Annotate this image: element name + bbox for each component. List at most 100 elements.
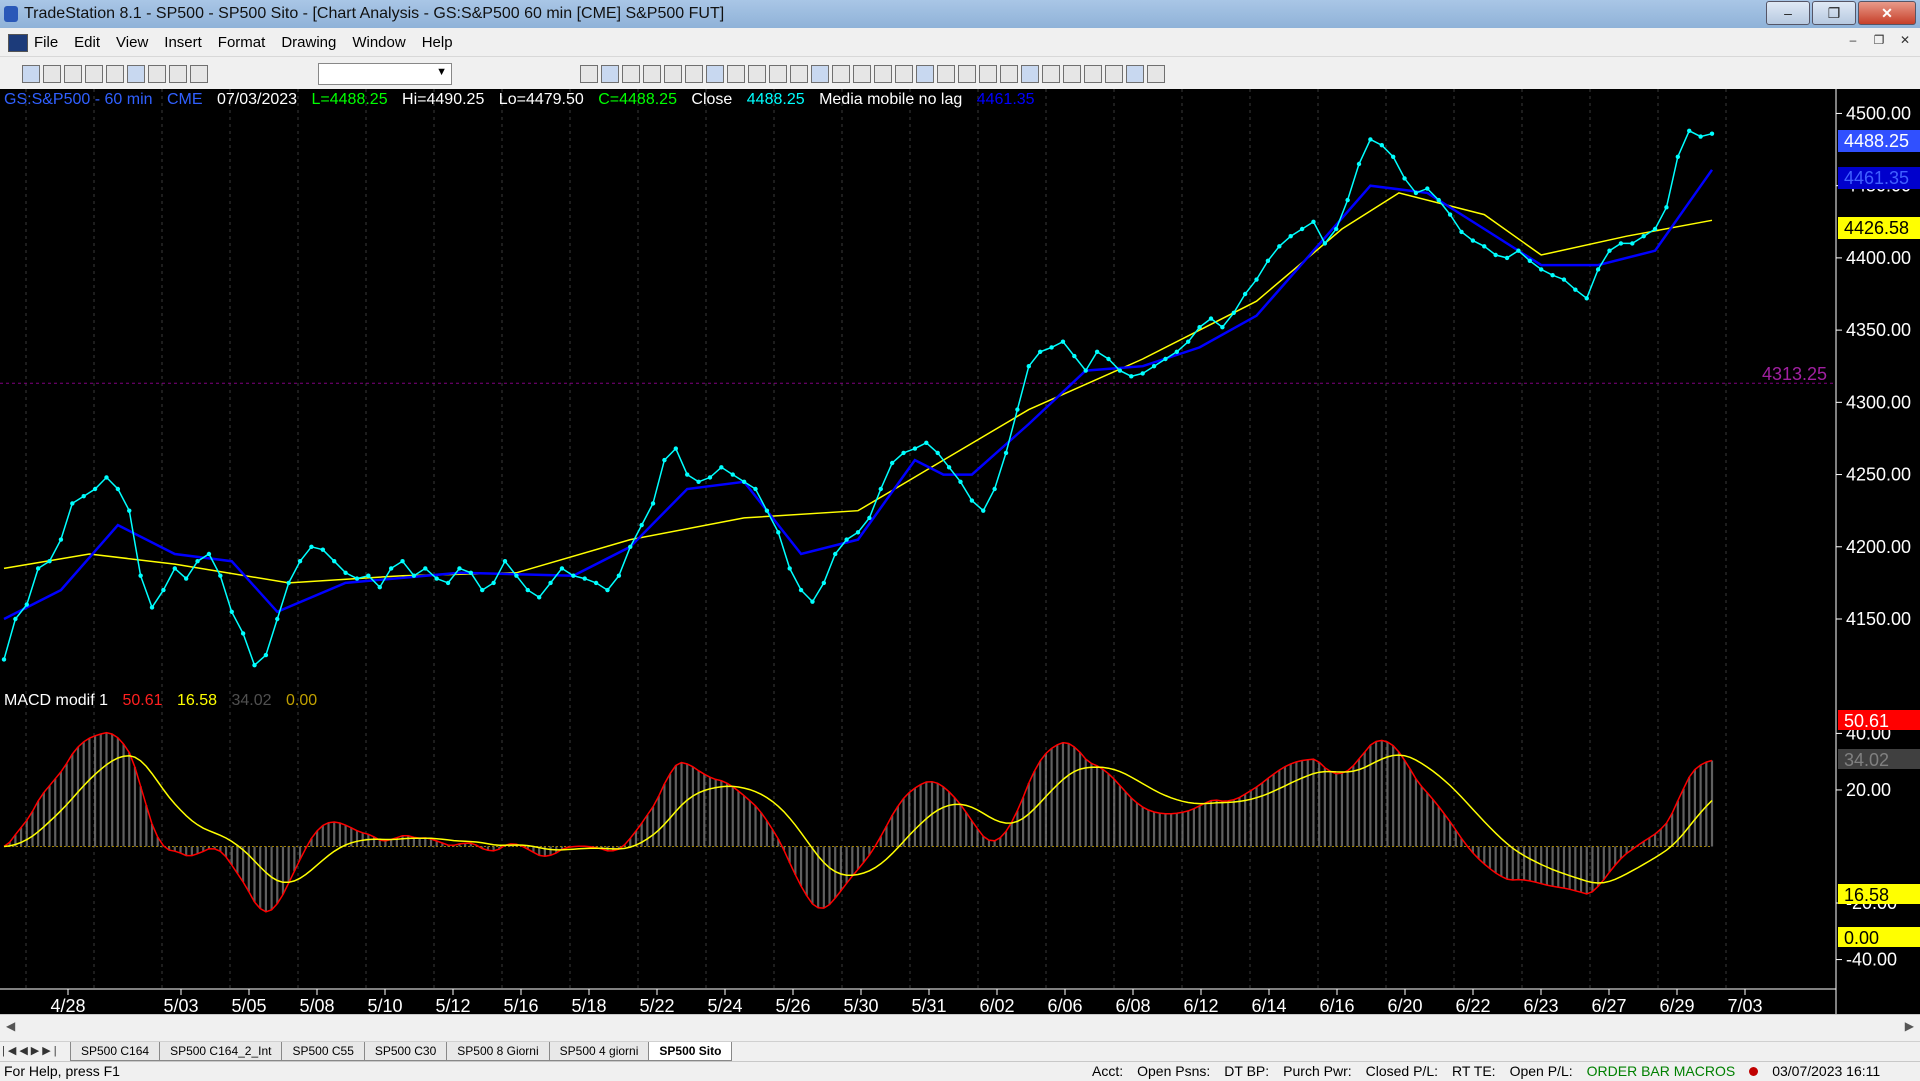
minimize-button[interactable]: – <box>1766 1 1810 25</box>
time-tick-label: 6/12 <box>1183 996 1218 1014</box>
price-point <box>1094 349 1100 354</box>
print-preview-icon[interactable] <box>148 65 166 83</box>
price-point <box>867 515 872 521</box>
copy-icon[interactable] <box>85 65 103 83</box>
arrows-icon[interactable] <box>790 65 808 83</box>
channel-icon[interactable] <box>1042 65 1060 83</box>
price-point <box>673 446 679 451</box>
price-point <box>1299 226 1305 232</box>
flag-icon[interactable] <box>769 65 787 83</box>
time-tick-label: 5/30 <box>843 996 878 1014</box>
price-point <box>1664 205 1669 210</box>
window-titlebar: TradeStation 8.1 - SP500 - SP500 Sito - … <box>0 0 1920 28</box>
menu-edit[interactable]: Edit <box>74 34 100 51</box>
pointer-icon[interactable] <box>853 65 871 83</box>
tab-sp500-c30[interactable]: SP500 C30 <box>363 1042 448 1061</box>
symbol-combo[interactable]: ▼ <box>318 63 452 85</box>
tab-nav-arrows-icon[interactable]: |◀◀▶▶| <box>2 1044 60 1057</box>
save-icon[interactable] <box>64 65 82 83</box>
price-point <box>605 587 610 593</box>
price-point <box>1493 252 1498 258</box>
tools-icon[interactable] <box>601 65 619 83</box>
rectangle-icon[interactable] <box>1126 65 1144 83</box>
chart-window-icon[interactable] <box>8 34 28 52</box>
globe-icon[interactable] <box>622 65 640 83</box>
price-point <box>70 501 75 506</box>
tab-sp500-c55[interactable]: SP500 C55 <box>281 1042 365 1061</box>
table-icon[interactable] <box>706 65 724 83</box>
lock-icon[interactable] <box>580 65 598 83</box>
price-point <box>912 446 918 451</box>
search-icon[interactable] <box>643 65 661 83</box>
price-point <box>1345 197 1350 203</box>
refresh-icon[interactable] <box>748 65 766 83</box>
text-icon[interactable] <box>1147 65 1165 83</box>
price-point <box>354 576 360 581</box>
tab-sp500-4-giorni[interactable]: SP500 4 giorni <box>548 1042 650 1061</box>
mdi-close-button[interactable]: ✕ <box>1894 33 1916 51</box>
window-icon[interactable] <box>190 65 208 83</box>
price-point <box>502 559 508 564</box>
zoom-out-icon[interactable] <box>832 65 850 83</box>
menu-format[interactable]: Format <box>218 34 266 51</box>
price-point <box>616 573 622 578</box>
fib-icon[interactable] <box>1021 65 1039 83</box>
menu-help[interactable]: Help <box>422 34 453 51</box>
time-tick-label: 5/22 <box>639 996 674 1014</box>
menu-drawing[interactable]: Drawing <box>281 34 336 51</box>
insert-icon[interactable] <box>916 65 934 83</box>
low-label: Lo=4479.50 <box>498 91 584 108</box>
hist-marker-label: 34.02 <box>1844 750 1889 770</box>
price-point <box>753 486 758 492</box>
print-icon[interactable] <box>127 65 145 83</box>
menu-file[interactable]: File <box>34 34 58 51</box>
hammer-icon[interactable] <box>895 65 913 83</box>
vline-icon[interactable] <box>1000 65 1018 83</box>
price-point <box>741 479 747 484</box>
menu-insert[interactable]: Insert <box>164 34 202 51</box>
close-button[interactable]: ✕ <box>1858 1 1916 25</box>
tab-sp500-sito[interactable]: SP500 Sito <box>648 1042 733 1061</box>
scroll-right-icon[interactable]: ▶ <box>1905 1019 1914 1033</box>
tab-sp500-c164[interactable]: SP500 C164 <box>70 1042 161 1061</box>
price-point <box>992 486 997 492</box>
zoom-in-icon[interactable] <box>811 65 829 83</box>
price-point <box>1652 226 1658 232</box>
price-point <box>104 475 109 480</box>
ellipse-icon[interactable] <box>1105 65 1123 83</box>
chart-svg[interactable]: 4313.25 4500.004450.004400.004350.004300… <box>0 89 1920 1016</box>
price-point <box>1060 339 1066 344</box>
open-icon[interactable] <box>43 65 61 83</box>
maximize-button[interactable]: ❐ <box>1812 1 1856 25</box>
tab-sp500-c164-2-int[interactable]: SP500 C164_2_Int <box>159 1042 283 1061</box>
trendline-icon[interactable] <box>958 65 976 83</box>
price-point <box>1539 267 1544 272</box>
time-tick-label: 5/26 <box>775 996 810 1014</box>
price-point <box>1151 364 1157 369</box>
status-dt-bp: DT BP: <box>1224 1063 1270 1079</box>
chart-window-icon[interactable] <box>169 65 187 83</box>
paste-icon[interactable] <box>106 65 124 83</box>
hline-icon[interactable] <box>979 65 997 83</box>
status-order-bar[interactable]: ORDER BAR MACROS <box>1587 1063 1736 1079</box>
price-point <box>582 576 587 581</box>
price-point <box>571 573 576 578</box>
new-icon[interactable] <box>22 65 40 83</box>
mdi-restore-button[interactable]: ❐ <box>1868 33 1890 51</box>
bar-icon[interactable] <box>685 65 703 83</box>
cursor-icon[interactable] <box>874 65 892 83</box>
mdi-minimize-button[interactable]: – <box>1842 33 1864 51</box>
menu-window[interactable]: Window <box>352 34 405 51</box>
arrow-down-icon[interactable] <box>1084 65 1102 83</box>
tab-sp500-8-giorni[interactable]: SP500 8 Giorni <box>446 1042 550 1061</box>
scroll-left-icon[interactable]: ◀ <box>6 1019 15 1033</box>
price-point <box>924 440 929 445</box>
layout-icon[interactable] <box>727 65 745 83</box>
pencil-icon[interactable] <box>937 65 955 83</box>
price-point <box>1356 161 1362 167</box>
menu-view[interactable]: View <box>116 34 148 51</box>
horizontal-scrollbar[interactable]: ◀ ▶ <box>0 1014 1920 1041</box>
arrow-up-icon[interactable] <box>1063 65 1081 83</box>
grid-icon[interactable] <box>664 65 682 83</box>
chart-area[interactable]: 4313.25 4500.004450.004400.004350.004300… <box>0 89 1920 1016</box>
